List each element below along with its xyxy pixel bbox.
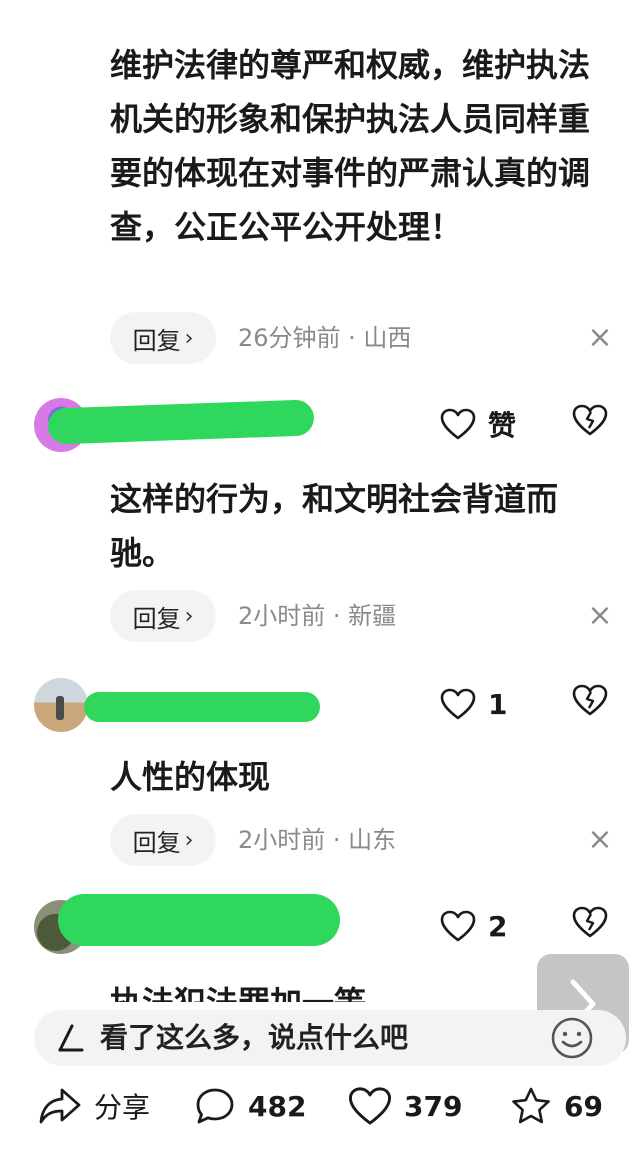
heart-icon bbox=[440, 910, 476, 942]
input-placeholder: 看了这么多，说点什么吧 bbox=[100, 1021, 409, 1054]
heart-icon bbox=[440, 408, 476, 440]
username-redaction bbox=[47, 399, 315, 445]
comment-count: 482 bbox=[248, 1089, 307, 1123]
reply-label: 回复 bbox=[132, 326, 181, 355]
bottom-action-bar: 分享 482 379 69 bbox=[0, 1076, 640, 1140]
like-total-button[interactable]: 379 bbox=[348, 1076, 462, 1136]
reply-button[interactable]: 回复 › bbox=[110, 814, 216, 866]
favorite-count: 69 bbox=[564, 1089, 603, 1123]
like-button[interactable]: 1 bbox=[440, 682, 507, 726]
comment-icon bbox=[196, 1088, 234, 1124]
comment-text: 这样的行为，和文明社会背道而驰。 bbox=[110, 480, 559, 572]
like-button[interactable]: 赞 bbox=[440, 402, 516, 446]
comment-time-location: 2小时前 · 山东 bbox=[238, 826, 397, 854]
emoji-icon[interactable] bbox=[550, 1016, 594, 1060]
like-label: 赞 bbox=[488, 409, 517, 442]
share-label: 分享 bbox=[94, 1091, 151, 1124]
close-icon[interactable]: × bbox=[580, 312, 620, 364]
close-icon[interactable]: × bbox=[580, 590, 620, 642]
comment-text: 人性的体现 bbox=[110, 758, 271, 796]
heart-icon bbox=[348, 1087, 392, 1125]
pen-icon bbox=[58, 1024, 84, 1052]
heart-icon bbox=[440, 688, 476, 720]
broken-heart-icon[interactable] bbox=[572, 404, 608, 436]
username-redaction bbox=[84, 692, 320, 722]
like-count: 2 bbox=[488, 909, 508, 943]
comment-text: 执法犯法罪加一等 bbox=[110, 976, 366, 1002]
comment-meta-row: 回复 › 2小时前 · 新疆 × bbox=[110, 590, 620, 642]
reply-label: 回复 bbox=[132, 828, 181, 857]
favorite-button[interactable]: 69 bbox=[510, 1076, 603, 1136]
star-icon bbox=[512, 1087, 550, 1124]
comment-time-location: 26分钟前 · 山西 bbox=[238, 324, 412, 352]
comment-user-row: 赞 bbox=[0, 396, 640, 456]
chevron-right-icon: › bbox=[184, 603, 194, 629]
like-total-count: 379 bbox=[404, 1089, 463, 1123]
comment-user-row: 2 bbox=[0, 894, 640, 958]
comment-list-page: 维护法律的尊严和权威，维护执法机关的形象和保护执法人员同样重要的体现在对事件的严… bbox=[0, 0, 640, 1165]
like-button[interactable]: 2 bbox=[440, 904, 507, 948]
reply-button[interactable]: 回复 › bbox=[110, 590, 216, 642]
broken-heart-icon[interactable] bbox=[572, 684, 608, 716]
comment-meta-row: 回复 › 26分钟前 · 山西 × bbox=[110, 312, 620, 364]
comment-text-partial: 执法犯法罪加一等 bbox=[110, 976, 590, 1002]
comment-time-location: 2小时前 · 新疆 bbox=[238, 602, 397, 630]
broken-heart-icon[interactable] bbox=[572, 906, 608, 938]
chevron-right-icon: › bbox=[184, 325, 194, 351]
username-redaction bbox=[58, 894, 340, 946]
chevron-right-icon: › bbox=[184, 827, 194, 853]
avatar[interactable] bbox=[34, 678, 88, 732]
share-icon bbox=[39, 1088, 81, 1124]
comment-meta-row: 回复 › 2小时前 · 山东 × bbox=[110, 814, 620, 866]
comment-text: 维护法律的尊严和权威，维护执法机关的形象和保护执法人员同样重要的体现在对事件的严… bbox=[110, 46, 591, 246]
like-count: 1 bbox=[488, 687, 508, 721]
close-icon[interactable]: × bbox=[580, 814, 620, 866]
reply-label: 回复 bbox=[132, 604, 181, 633]
reply-button[interactable]: 回复 › bbox=[110, 312, 216, 364]
comment-user-row: 1 bbox=[0, 676, 640, 736]
share-button[interactable]: 分享 bbox=[38, 1076, 150, 1136]
comment-button[interactable]: 482 bbox=[194, 1076, 306, 1136]
comment-input[interactable]: 看了这么多，说点什么吧 bbox=[34, 1010, 626, 1066]
